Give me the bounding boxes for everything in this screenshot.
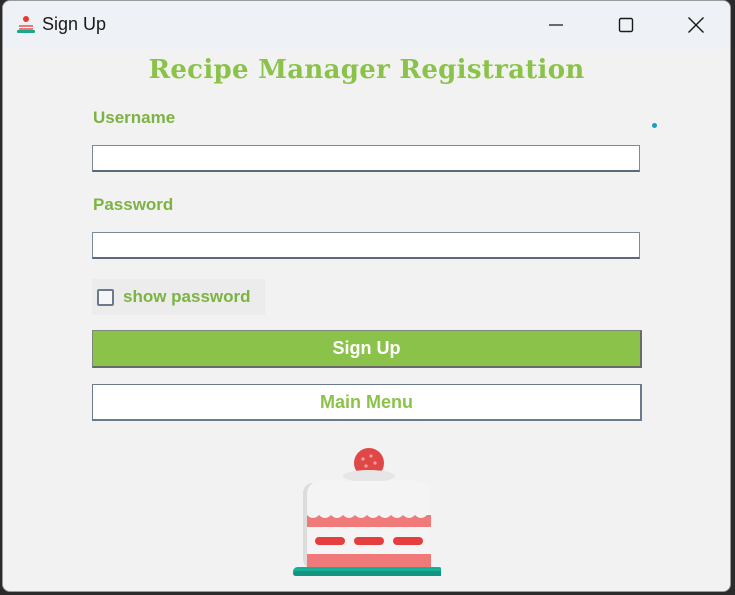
close-button[interactable] bbox=[661, 1, 730, 49]
close-icon bbox=[688, 17, 704, 33]
show-password-label: show password bbox=[123, 287, 251, 306]
show-password-toggle[interactable]: show password bbox=[92, 279, 265, 315]
maximize-icon bbox=[618, 17, 634, 33]
main-menu-button[interactable]: Main Menu bbox=[92, 384, 642, 421]
minimize-button[interactable] bbox=[521, 1, 591, 49]
username-input[interactable] bbox=[92, 145, 640, 172]
cake-icon bbox=[17, 16, 35, 33]
signup-window: Sign Up Recipe Manager Registration User… bbox=[2, 0, 731, 592]
window-title: Sign Up bbox=[42, 14, 107, 34]
signup-button[interactable]: Sign Up bbox=[92, 330, 642, 368]
show-password-checkbox[interactable] bbox=[97, 288, 114, 306]
strawberry-cake-icon bbox=[293, 448, 441, 576]
password-input[interactable] bbox=[92, 232, 640, 259]
focus-indicator-dot bbox=[652, 123, 657, 128]
title-bar[interactable]: Sign Up bbox=[3, 1, 730, 49]
form-panel: Recipe Manager Registration Username Pas… bbox=[3, 49, 730, 591]
username-label: Username bbox=[93, 108, 176, 127]
page-title: Recipe Manager Registration bbox=[148, 55, 585, 85]
minimize-icon bbox=[549, 24, 563, 26]
maximize-button[interactable] bbox=[591, 1, 661, 49]
password-label: Password bbox=[93, 195, 174, 214]
